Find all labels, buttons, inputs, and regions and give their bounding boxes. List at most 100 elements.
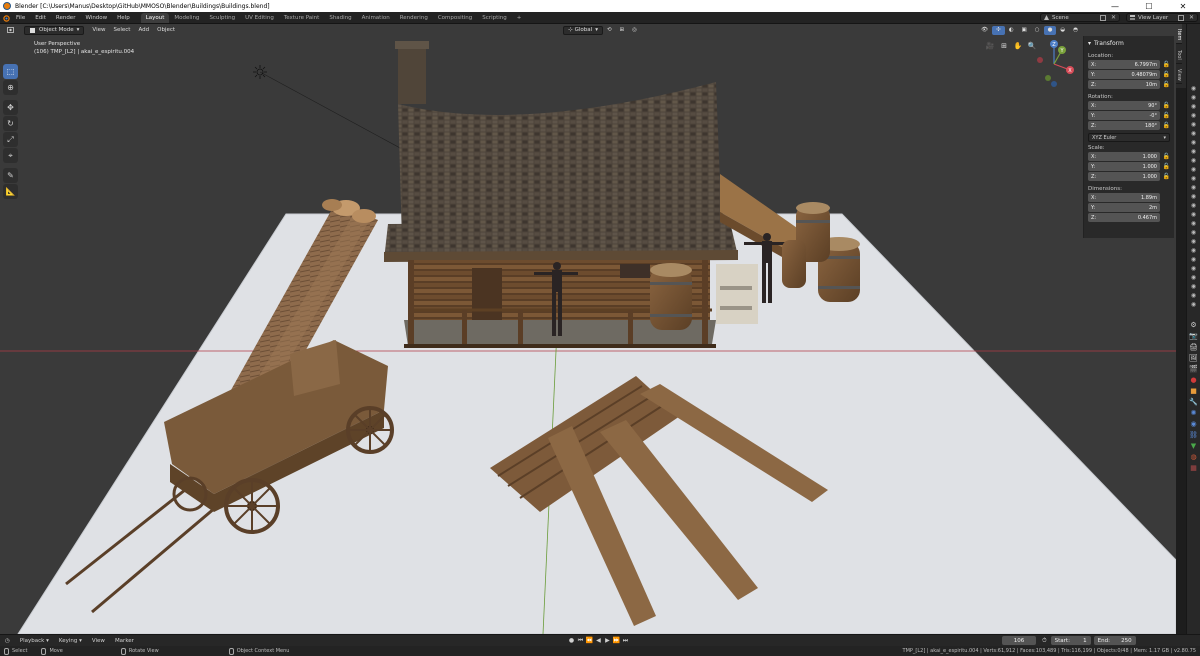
viewport-menu-add[interactable]: Add [134, 26, 153, 35]
workspace-tab-scripting[interactable]: Scripting [477, 13, 511, 23]
lock-icon[interactable]: 🔓 [1160, 102, 1170, 109]
visibility-eye-icon[interactable]: ◉ [1187, 228, 1200, 237]
transform-panel-header[interactable]: ▾ Transform [1088, 38, 1170, 48]
end-frame-field[interactable]: End: 250 [1093, 636, 1136, 645]
jump-keyframe-forward-icon[interactable]: ⏩ [612, 637, 621, 644]
rotation-z-field[interactable]: Z: 180° 🔓 [1088, 121, 1170, 130]
jump-start-icon[interactable]: ⏮ [576, 637, 585, 645]
visibility-eye-icon[interactable]: ◉ [1187, 102, 1200, 111]
visibility-eye-icon[interactable]: ◉ [1187, 282, 1200, 291]
visibility-eye-icon[interactable]: ◉ [1187, 138, 1200, 147]
visibility-eye-icon[interactable]: ◉ [1187, 93, 1200, 102]
lock-icon[interactable]: 🔓 [1160, 153, 1170, 160]
visibility-eye-icon[interactable]: ◉ [1187, 273, 1200, 282]
maximize-button[interactable]: ☐ [1132, 0, 1166, 12]
visibility-eye-icon[interactable]: ◉ [1187, 300, 1200, 309]
world-properties-icon[interactable]: ● [1187, 374, 1200, 385]
physics-properties-icon[interactable]: ◉ [1187, 418, 1200, 429]
current-frame-field[interactable]: 106 [1001, 636, 1036, 645]
proportional-edit-icon[interactable]: ◎ [628, 26, 641, 35]
jump-keyframe-back-icon[interactable]: ⏪ [585, 637, 594, 644]
visibility-eye-icon[interactable]: ◉ [1187, 219, 1200, 228]
view-layer-selector[interactable]: View Layer ✕ [1126, 13, 1198, 22]
scale-tool-icon[interactable]: ⤢ [3, 132, 18, 147]
location-y-field[interactable]: Y: 0.48079m 🔓 [1088, 70, 1170, 79]
lock-icon[interactable]: 🔓 [1160, 173, 1170, 180]
transform-orientation-dropdown[interactable]: ⊹ Global ▾ [563, 25, 603, 35]
visibility-eye-icon[interactable]: ◉ [1187, 291, 1200, 300]
viewport-menu-view[interactable]: View [88, 26, 109, 35]
texture-properties-icon[interactable]: ▦ [1187, 462, 1200, 473]
menu-edit[interactable]: Edit [30, 15, 51, 21]
scale-z-field[interactable]: Z: 1.000 🔓 [1088, 172, 1170, 181]
hand-pan-icon[interactable]: ✋ [1012, 40, 1024, 51]
scene-properties-icon[interactable]: 🎬 [1187, 363, 1200, 374]
grid-view-icon[interactable]: ⊞ [998, 40, 1010, 51]
workspace-tab-compositing[interactable]: Compositing [433, 13, 477, 23]
modifier-properties-icon[interactable]: 🔧 [1187, 396, 1200, 407]
viewport-menu-select[interactable]: Select [109, 26, 134, 35]
scene-copy-icon[interactable] [1097, 13, 1108, 23]
object-mode-dropdown[interactable]: Object Mode ▾ [24, 25, 85, 35]
object-properties-icon[interactable]: ■ [1187, 385, 1200, 396]
overlay-toggle-icon[interactable]: ◐ [1005, 26, 1018, 35]
scale-y-field[interactable]: Y: 1.000 🔓 [1088, 162, 1170, 171]
add-workspace-button[interactable]: + [512, 13, 527, 23]
select-box-tool-icon[interactable]: ⬚ [3, 64, 18, 79]
material-properties-icon[interactable]: ◍ [1187, 451, 1200, 462]
minimize-button[interactable]: — [1098, 0, 1132, 12]
viewport-menu-object[interactable]: Object [153, 26, 179, 35]
timeline-editor-icon[interactable]: ◷ [0, 638, 15, 644]
orientation-gizmo[interactable]: Z X Y [1028, 34, 1080, 94]
visibility-eye-icon[interactable]: ◉ [1187, 255, 1200, 264]
timeline-menu-keying[interactable]: Keying ▾ [54, 638, 87, 644]
pivot-point-icon[interactable]: ⟲ [603, 26, 616, 35]
visibility-eye-icon[interactable]: ◉ [1187, 111, 1200, 120]
lock-icon[interactable]: 🔓 [1160, 81, 1170, 88]
visibility-eye-icon[interactable]: ◉ [1187, 129, 1200, 138]
play-reverse-icon[interactable]: ◀ [594, 637, 603, 644]
visibility-eye-icon[interactable]: ◉ [1187, 183, 1200, 192]
lock-icon[interactable]: 🔓 [1160, 122, 1170, 129]
visibility-eye-icon[interactable]: ◉ [1187, 264, 1200, 273]
close-button[interactable]: ✕ [1166, 0, 1200, 12]
dimensions-y-field[interactable]: Y: 2m [1088, 203, 1170, 212]
workspace-tab-shading[interactable]: Shading [324, 13, 356, 23]
gizmo-neg-x-icon[interactable] [1037, 57, 1043, 63]
editor-type-button[interactable] [3, 26, 20, 35]
timer-icon[interactable]: ⏱ [1042, 637, 1047, 645]
gizmo-neg-y-icon[interactable] [1045, 75, 1051, 81]
rotation-x-field[interactable]: X: 90° 🔓 [1088, 101, 1170, 110]
rotation-mode-dropdown[interactable]: XYZ Euler ▾ [1088, 133, 1170, 142]
particles-properties-icon[interactable]: ✺ [1187, 407, 1200, 418]
object-type-visibility-icon[interactable]: 👁 [977, 26, 992, 35]
render-properties-icon[interactable]: 📷 [1187, 330, 1200, 341]
visibility-eye-icon[interactable]: ◉ [1187, 165, 1200, 174]
scene-selector[interactable]: Scene ✕ [1040, 13, 1120, 22]
visibility-eye-icon[interactable]: ◉ [1187, 210, 1200, 219]
workspace-tab-sculpting[interactable]: Sculpting [204, 13, 240, 23]
scene-close-icon[interactable]: ✕ [1108, 13, 1119, 23]
menu-file[interactable]: File [11, 15, 30, 21]
snap-icon[interactable]: ⊞ [616, 26, 629, 35]
transform-tool-icon[interactable]: ⌖ [3, 148, 18, 163]
lock-icon[interactable]: 🔓 [1160, 71, 1170, 78]
visibility-eye-icon[interactable]: ◉ [1187, 237, 1200, 246]
timeline-menu-marker[interactable]: Marker [110, 638, 139, 644]
workspace-tab-layout[interactable]: Layout [140, 12, 170, 23]
gizmo-neg-z-icon[interactable] [1051, 81, 1057, 87]
menu-window[interactable]: Window [80, 15, 112, 21]
data-properties-icon[interactable]: ▼ [1187, 440, 1200, 451]
sidebar-tab-tool[interactable]: Tool [1176, 44, 1182, 64]
output-properties-icon[interactable]: 🖨 [1187, 341, 1200, 352]
tool-properties-icon[interactable]: ⚙ [1187, 319, 1200, 330]
view-layer-properties-icon[interactable]: 🖼 [1187, 352, 1200, 363]
dimensions-z-field[interactable]: Z: 0.467m [1088, 213, 1170, 222]
move-tool-icon[interactable]: ✥ [3, 100, 18, 115]
jump-end-icon[interactable]: ⏭ [621, 637, 630, 645]
blender-menu-icon[interactable] [0, 13, 11, 23]
constraints-properties-icon[interactable]: ⛓ [1187, 429, 1200, 440]
view-layer-copy-icon[interactable] [1175, 13, 1186, 23]
visibility-eye-icon[interactable]: ◉ [1187, 120, 1200, 129]
measure-tool-icon[interactable]: 📐 [3, 184, 18, 199]
